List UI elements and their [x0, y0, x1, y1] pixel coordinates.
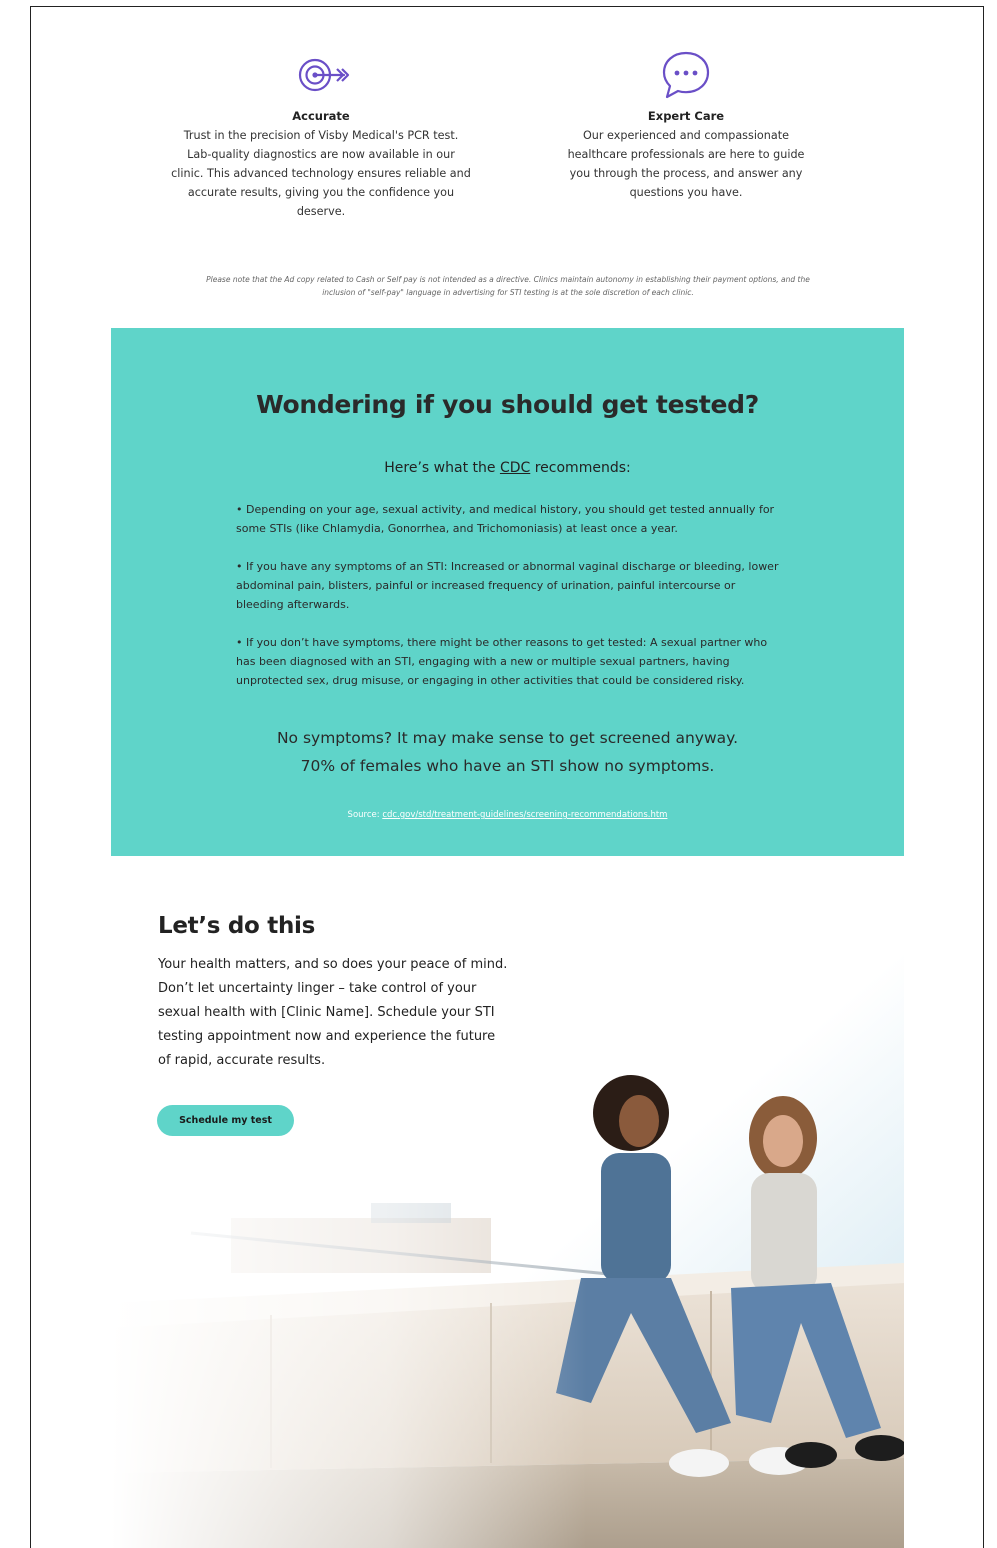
- disclaimer: Please note that the Ad copy related to …: [206, 275, 810, 297]
- screening-callout: No symptoms? It may make sense to get sc…: [111, 724, 904, 780]
- page-frame: Accurate Trust in the precision of Visby…: [30, 6, 984, 1548]
- cdc-recommendations-section: Wondering if you should get tested? Here…: [111, 328, 904, 856]
- cdc-link[interactable]: CDC: [500, 460, 530, 476]
- feature-title: Accurate: [292, 109, 350, 123]
- hero-copy: Let’s do this Your health matters, and s…: [158, 913, 508, 1073]
- subheading-suffix: recommends:: [530, 460, 631, 476]
- section-heading: Wondering if you should get tested?: [256, 390, 759, 419]
- schedule-test-button[interactable]: Schedule my test: [157, 1105, 294, 1136]
- source-label: Source:: [347, 810, 383, 820]
- feature-expert-care: Expert Care Our experienced and compassi…: [561, 47, 811, 202]
- list-item: • If you have any symptoms of an STI: In…: [236, 560, 779, 611]
- feature-text: Trust in the precision of Visby Medical'…: [171, 129, 471, 218]
- source-link[interactable]: cdc.gov/std/treatment-guidelines/screeni…: [382, 810, 667, 820]
- recommendations-list: • Depending on your age, sexual activity…: [236, 500, 781, 709]
- target-arrow-icon: [298, 58, 350, 92]
- chat-bubble-icon: [662, 51, 710, 99]
- subheading-prefix: Here’s what the: [384, 460, 500, 476]
- callout-line-2: 70% of females who have an STI show no s…: [300, 757, 715, 775]
- list-item: • Depending on your age, sexual activity…: [236, 503, 775, 535]
- feature-text: Our experienced and compassionate health…: [567, 129, 805, 199]
- list-item: • If you don’t have symptoms, there migh…: [236, 636, 768, 687]
- feature-title: Expert Care: [647, 109, 725, 123]
- section-subheading: Here’s what the CDC recommends:: [111, 460, 904, 476]
- lets-do-this-section: Let’s do this Your health matters, and s…: [111, 883, 904, 1548]
- hero-heading: Let’s do this: [158, 913, 315, 939]
- hero-text: Your health matters, and so does your pe…: [158, 957, 508, 1068]
- feature-accurate: Accurate Trust in the precision of Visby…: [171, 47, 471, 221]
- callout-line-1: No symptoms? It may make sense to get sc…: [276, 729, 739, 747]
- source-citation: Source: cdc.gov/std/treatment-guidelines…: [111, 810, 904, 820]
